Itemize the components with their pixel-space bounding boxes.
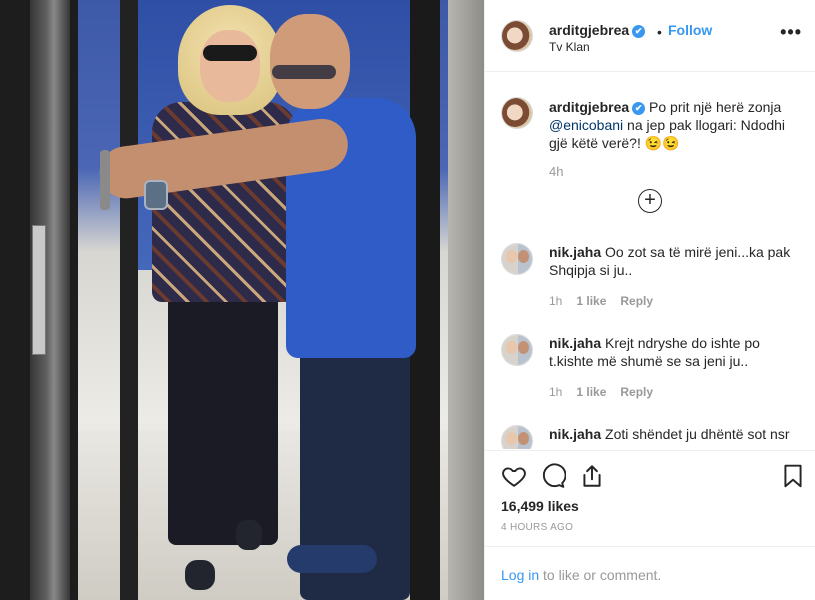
login-prompt-text: Log in to like or comment. (501, 567, 662, 583)
comment-likes-link[interactable]: 1 like (576, 385, 606, 399)
verified-badge-icon: ✔ (632, 102, 646, 115)
door-lock (32, 225, 46, 355)
commenter-username[interactable]: nik.jaha (549, 335, 601, 351)
comments-section[interactable]: arditgjebrea ✔ Po prit një herë zonja @en… (485, 73, 815, 449)
comment-text: nik.jaha Krejt ndryshe do ishte po t.kis… (549, 335, 760, 369)
login-link[interactable]: Log in (501, 567, 539, 583)
caption-timestamp[interactable]: 4h (549, 164, 563, 179)
author-avatar[interactable] (501, 20, 533, 52)
caption-avatar[interactable] (501, 97, 533, 129)
comment-timestamp[interactable]: 1h (549, 294, 562, 308)
comment-likes-link[interactable]: 1 like (576, 294, 606, 308)
door-frame-middle (120, 0, 138, 600)
bookmark-icon[interactable] (780, 463, 806, 489)
separator-dot: • (657, 24, 662, 40)
comment-timestamp[interactable]: 1h (549, 385, 562, 399)
likes-count[interactable]: 16,499 likes (501, 498, 579, 514)
post-actions: 16,499 likes 4 HOURS AGO (485, 450, 815, 545)
man-figure-glasses (272, 65, 336, 79)
verified-badge-icon: ✔ (632, 25, 646, 38)
comment-meta: 1h 1 like Reply (549, 294, 667, 308)
commenter-avatar[interactable] (501, 243, 533, 275)
comment-text: nik.jaha Oo zot sa të mirë jeni...ka pak… (549, 244, 791, 278)
woman-figure-shoe (185, 560, 215, 590)
post-caption: arditgjebrea ✔ Po prit një herë zonja @en… (549, 99, 786, 151)
comment-icon[interactable] (540, 463, 566, 489)
share-icon[interactable] (579, 463, 605, 489)
more-options-icon[interactable]: ••• (780, 22, 802, 43)
commenter-avatar[interactable] (501, 425, 533, 449)
load-more-comments-icon[interactable]: + (638, 189, 662, 213)
login-prompt: Log in to like or comment. (485, 546, 815, 600)
follow-button[interactable]: Follow (668, 22, 712, 38)
woman-figure-face (200, 30, 260, 102)
woman-figure-shoe (236, 520, 262, 550)
commenter-username[interactable]: nik.jaha (549, 244, 601, 260)
post-location[interactable]: Tv Klan (549, 40, 590, 54)
door-glass-right (448, 0, 484, 600)
door-handle (100, 150, 110, 210)
author-username[interactable]: arditgjebrea ✔ (549, 22, 646, 38)
caption-mention-link[interactable]: @enicobani (549, 117, 623, 133)
post-photo[interactable] (0, 0, 484, 600)
commenter-username[interactable]: nik.jaha (549, 426, 601, 442)
woman-figure-sunglasses (203, 45, 257, 61)
man-figure-watch (144, 180, 168, 210)
comment-meta: 1h 1 like Reply (549, 385, 667, 399)
post-header: arditgjebrea ✔ • Follow Tv Klan ••• (485, 0, 815, 72)
heart-icon[interactable] (501, 463, 527, 489)
post-timestamp[interactable]: 4 HOURS AGO (501, 522, 573, 533)
comment-reply-button[interactable]: Reply (620, 385, 653, 399)
man-figure-head (270, 14, 350, 109)
commenter-avatar[interactable] (501, 334, 533, 366)
post-sidebar: arditgjebrea ✔ • Follow Tv Klan ••• ardit… (484, 0, 815, 600)
woman-figure-pants (168, 295, 278, 545)
comment-reply-button[interactable]: Reply (620, 294, 653, 308)
man-figure-shoe (287, 545, 377, 573)
caption-username[interactable]: arditgjebrea ✔ (549, 99, 646, 115)
comment-text: nik.jaha Zoti shëndet ju dhëntë sot nsr (549, 426, 790, 442)
